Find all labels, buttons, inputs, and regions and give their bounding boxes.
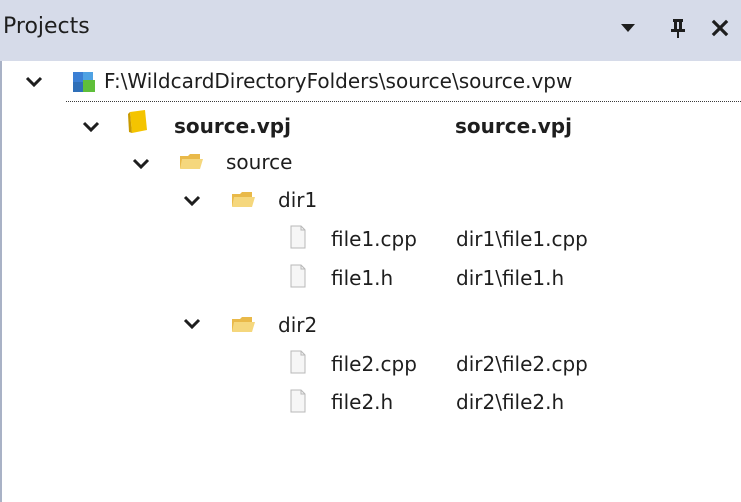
project-label: source.vpj (174, 114, 291, 138)
file-icon (290, 350, 306, 374)
chevron-down-icon[interactable] (23, 71, 45, 93)
file-path: dir1\file1.h (456, 266, 565, 290)
panel-header: Projects (0, 0, 741, 61)
folder-label: dir2 (278, 313, 318, 337)
pin-button[interactable] (663, 12, 693, 44)
folder-icon (232, 192, 255, 207)
close-button[interactable] (705, 12, 735, 44)
file-path: dir1\file1.cpp (456, 227, 588, 251)
chevron-down-icon[interactable] (80, 116, 102, 138)
file-label: file1.cpp (331, 227, 417, 251)
folder-icon (180, 154, 203, 169)
chevron-down-icon[interactable] (130, 153, 152, 175)
file-path: dir2\file2.h (456, 390, 565, 414)
chevron-down-icon[interactable] (181, 313, 203, 335)
folder-icon (232, 317, 255, 332)
workspace-icon (73, 72, 95, 92)
close-icon (711, 19, 729, 37)
project-path: source.vpj (455, 114, 572, 138)
panel-title: Projects (3, 14, 90, 39)
file-path: dir2\file2.cpp (456, 352, 588, 376)
file-icon (290, 264, 306, 288)
file-label: file1.h (331, 266, 394, 290)
triangle-down-icon (621, 24, 635, 32)
project-icon (128, 110, 147, 133)
workspace-label: F:\WildcardDirectoryFolders\source\sourc… (104, 69, 573, 93)
dropdown-button[interactable] (613, 12, 643, 44)
file-icon (290, 225, 306, 249)
folder-label: dir1 (278, 188, 318, 212)
folder-label: source (226, 150, 293, 174)
file-label: file2.h (331, 390, 394, 414)
chevron-down-icon[interactable] (181, 190, 203, 212)
file-icon (290, 389, 306, 413)
pushpin-icon (671, 19, 685, 38)
file-label: file2.cpp (331, 352, 417, 376)
